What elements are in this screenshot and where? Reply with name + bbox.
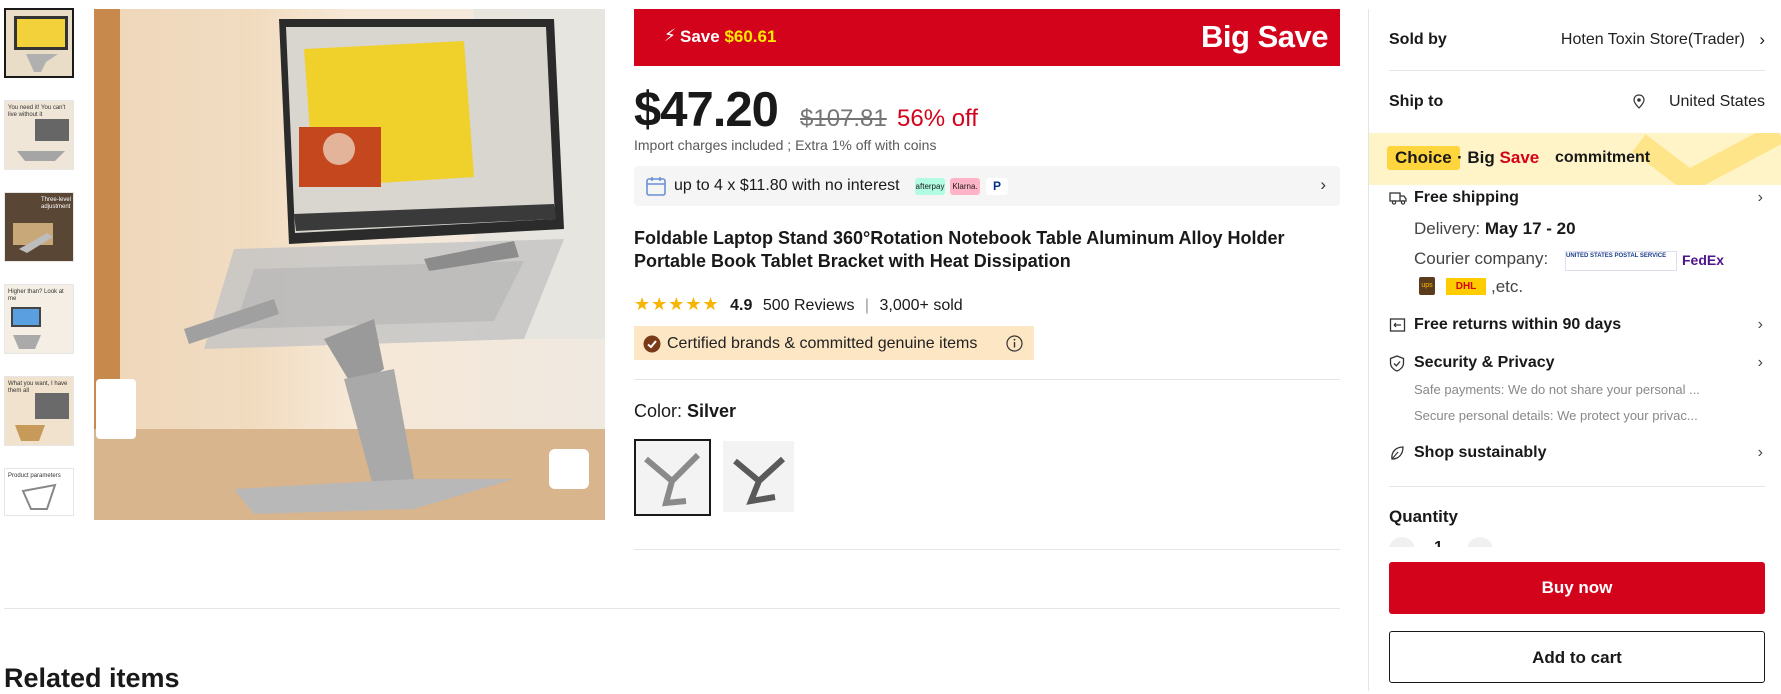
lightning-icon: ⚡ — [664, 26, 676, 45]
courier-label: Courier company: — [1414, 249, 1549, 268]
main-product-image[interactable] — [94, 9, 605, 520]
thumbnail-1[interactable] — [4, 8, 74, 78]
delivery-label: Delivery: — [1414, 219, 1481, 238]
thumbnail-6[interactable]: Product parameters — [4, 468, 74, 516]
divider — [634, 549, 1340, 550]
thumbnail-caption: Higher than? Look at me — [8, 289, 64, 302]
sold-by-label: Sold by — [1389, 31, 1447, 48]
choice-commitment-bar: Choice · Big Save commitment — [1369, 133, 1781, 185]
truck-icon — [1389, 192, 1407, 205]
location-pin-icon — [1633, 94, 1645, 109]
rating-value: 4.9 — [730, 297, 753, 314]
color-swatch-gray[interactable] — [723, 441, 794, 512]
chevron-right-icon: › — [1757, 189, 1763, 206]
ship-to-row[interactable]: Ship to United States — [1389, 93, 1765, 111]
color-label: Color: Silver — [634, 401, 736, 422]
delivery-info: Delivery: May 17 - 20 — [1414, 219, 1576, 239]
product-title: Foldable Laptop Stand 360°Rotation Noteb… — [634, 228, 1285, 271]
reviews-link[interactable]: 500 Reviews — [763, 297, 855, 314]
chevron-right-icon: › — [1320, 175, 1326, 194]
quantity-stepper[interactable]: 1 — [1389, 537, 1569, 547]
usps-logo: UNITED STATES POSTAL SERVICE — [1565, 251, 1677, 271]
certified-text: Certified brands & committed genuine ite… — [667, 335, 978, 352]
delivery-date: May 17 - 20 — [1484, 219, 1576, 238]
shop-sustainably-label: Shop sustainably — [1414, 444, 1547, 461]
afterpay-badge: afterpay — [915, 178, 945, 195]
divider — [4, 608, 1340, 609]
info-icon[interactable] — [1006, 335, 1023, 352]
chevron-right-icon: › — [1757, 354, 1763, 371]
leaf-icon — [1391, 446, 1404, 460]
save-amount: Save $60.61 — [680, 27, 776, 47]
fedex-logo: FedEx — [1682, 252, 1725, 268]
save-value: $60.61 — [724, 27, 777, 46]
paypal-badge: P — [986, 178, 1008, 195]
installment-text: up to 4 x $11.80 with no interest — [674, 177, 900, 194]
return-box-icon — [1389, 318, 1406, 332]
original-price: $107.81 — [800, 105, 887, 132]
ship-to-label: Ship to — [1389, 93, 1444, 110]
import-charges-note: Import charges included ; Extra 1% off w… — [634, 137, 937, 153]
calendar-icon — [646, 177, 666, 196]
sold-by-row[interactable]: Sold by Hoten Toxin Store(Trader) › — [1389, 30, 1765, 49]
big-save-logo: Big Save — [1201, 19, 1328, 54]
chevron-right-icon: › — [1759, 30, 1765, 49]
commitment-text: commitment — [1555, 149, 1651, 166]
security-label: Security & Privacy — [1414, 354, 1555, 371]
certified-check-icon — [643, 335, 661, 353]
thumbnail-3[interactable]: Three-level Display adjustment — [4, 192, 74, 262]
chevron-right-icon: › — [1757, 316, 1763, 333]
divider — [1389, 70, 1765, 71]
chevron-right-icon: › — [1757, 444, 1763, 461]
dot: · — [1457, 148, 1463, 167]
current-price: $47.20 — [634, 83, 779, 137]
add-to-cart-button[interactable]: Add to cart — [1389, 631, 1765, 683]
purchase-panel: Sold by Hoten Toxin Store(Trader) › Ship… — [1368, 9, 1781, 691]
thumbnail-caption: You need it! You can't live without it — [8, 105, 66, 118]
store-name[interactable]: Hoten Toxin Store(Trader) — [1561, 31, 1745, 49]
save-prefix: Save — [680, 27, 720, 46]
security-sub-payments: Safe payments: We do not share your pers… — [1414, 382, 1700, 397]
klarna-badge: Klarna. — [950, 178, 980, 195]
ups-logo: ups — [1419, 277, 1435, 295]
thumbnail-caption: Three-level Display adjustment — [41, 197, 73, 210]
choice-big-save: · Big Save — [1457, 148, 1539, 168]
thumbnail-4[interactable]: Higher than? Look at me — [4, 284, 74, 354]
certified-brands-badge[interactable]: Certified brands & committed genuine ite… — [634, 326, 1034, 360]
thumbnail-caption: Product parameters — [8, 473, 61, 479]
color-selected: Silver — [687, 401, 737, 421]
separator: | — [864, 297, 870, 314]
security-sub-details: Secure personal details: We protect your… — [1414, 408, 1698, 423]
buy-now-button[interactable]: Buy now — [1389, 562, 1765, 614]
ship-to-country[interactable]: United States — [1669, 93, 1765, 111]
increase-button[interactable] — [1467, 537, 1493, 547]
rating-row[interactable]: ★★★★★ 4.9 500 Reviews | 3,000+ sold — [634, 294, 963, 315]
dhl-logo: DHL — [1446, 278, 1486, 295]
big-save-banner: ⚡ Save $60.61 Big Save — [634, 9, 1340, 66]
color-swatch-silver[interactable] — [634, 439, 711, 516]
big-text: Big — [1467, 148, 1495, 167]
choice-tag: Choice — [1387, 146, 1460, 170]
save-text: Save — [1499, 148, 1540, 167]
free-shipping-label: Free shipping — [1414, 189, 1519, 206]
quantity-label: Quantity — [1389, 507, 1458, 526]
free-returns-label: Free returns within 90 days — [1414, 316, 1622, 333]
color-label-text: Color: — [634, 401, 683, 421]
installment-row[interactable]: up to 4 x $11.80 with no interest afterp… — [634, 166, 1340, 206]
thumbnail-caption: What you want, I have them all — [8, 381, 68, 394]
courier-etc: ,etc. — [1491, 277, 1524, 296]
related-items-heading: Related items — [4, 663, 180, 693]
thumbnail-2[interactable]: You need it! You can't live without it — [4, 100, 74, 170]
shield-icon — [1389, 355, 1405, 372]
thumbnail-strip: You need it! You can't live without it T… — [4, 8, 76, 538]
star-rating-icons: ★★★★★ — [634, 294, 720, 314]
divider — [1389, 486, 1765, 487]
divider — [634, 379, 1340, 380]
decrease-button[interactable] — [1389, 537, 1415, 547]
quantity-value[interactable]: 1 — [1434, 539, 1443, 547]
thumbnail-5[interactable]: What you want, I have them all — [4, 376, 74, 446]
discount-percent: 56% off — [897, 105, 978, 132]
sold-count: 3,000+ sold — [879, 297, 963, 314]
